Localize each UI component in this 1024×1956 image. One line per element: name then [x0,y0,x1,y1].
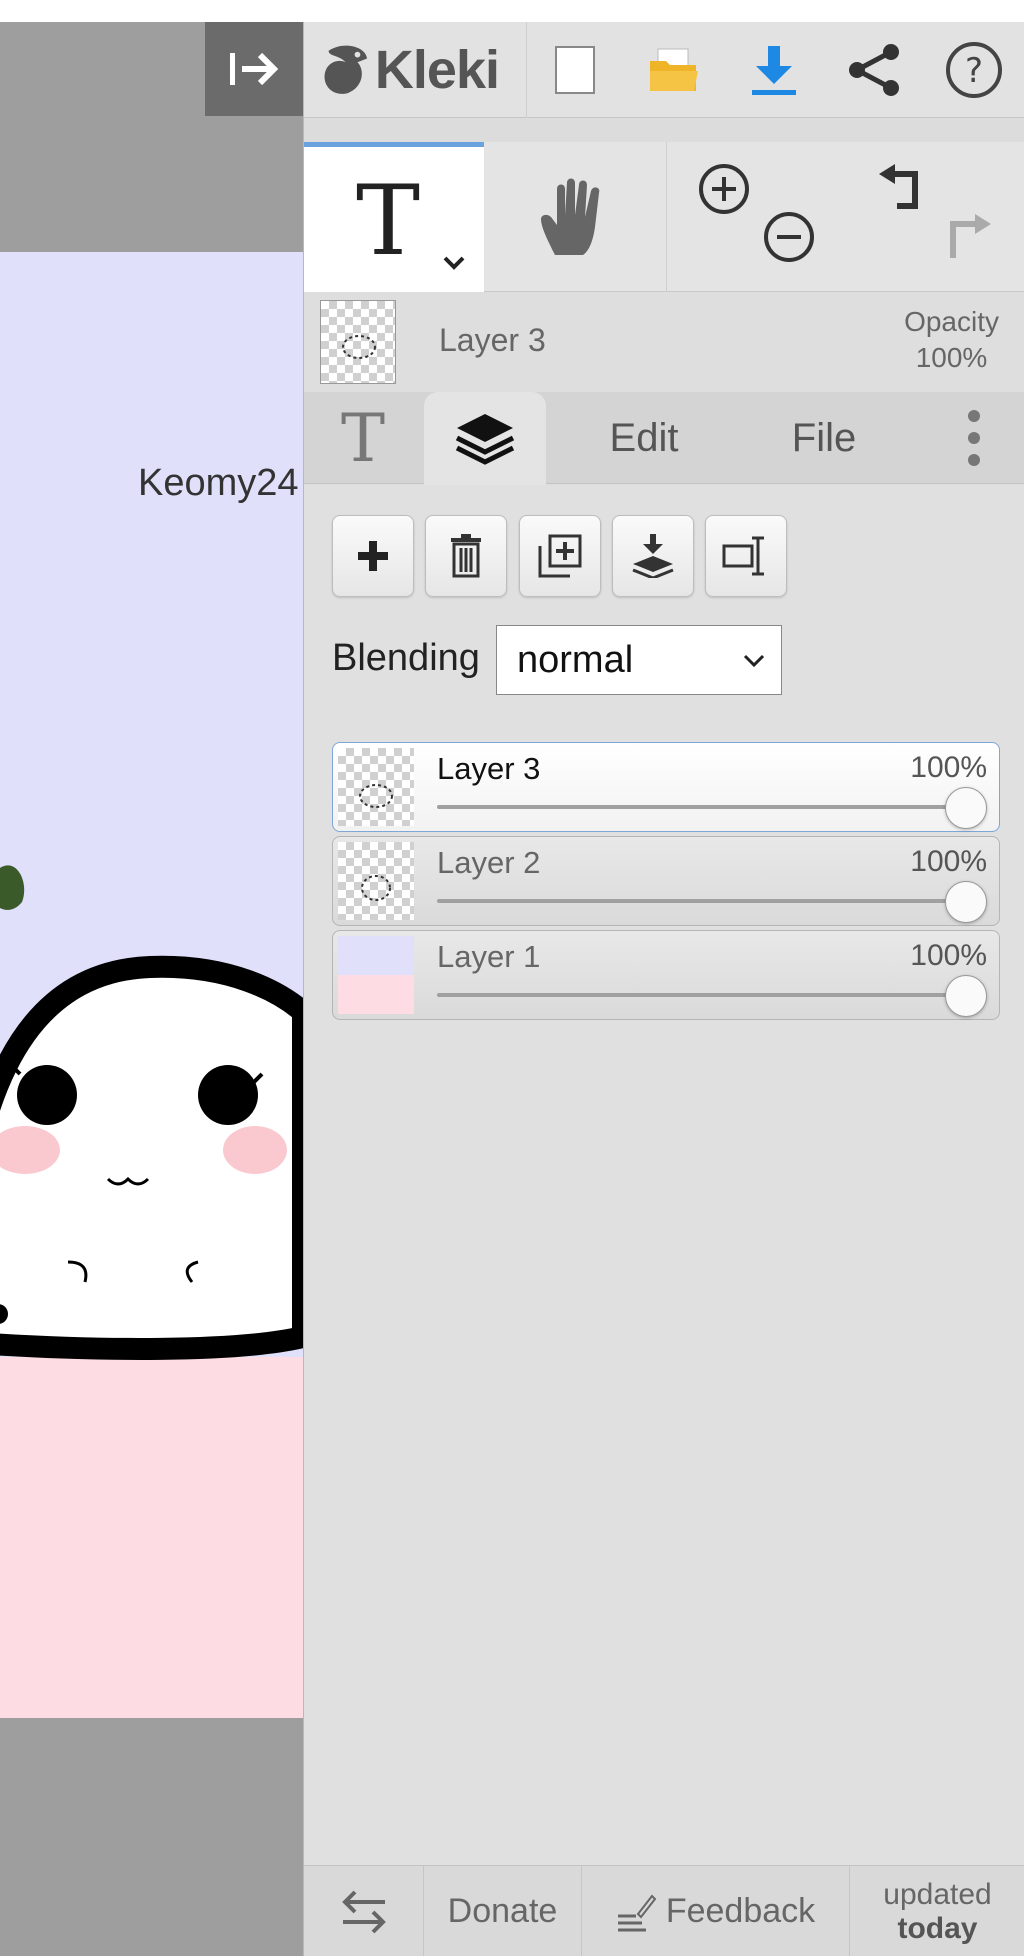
download-button[interactable] [724,22,824,118]
more-options-button[interactable] [924,392,1024,484]
kleki-logo-icon [324,45,368,94]
share-icon [849,44,899,96]
chevron-down-icon[interactable] [442,255,466,271]
opacity-value: 100% [915,342,988,373]
blending-label: Blending [332,637,480,679]
drawing-canvas[interactable]: Keomy24 [0,252,303,1718]
share-button[interactable] [824,22,924,118]
help-icon: ? [946,42,1002,98]
swap-arrows-icon [341,1890,386,1933]
current-layer-opacity: Opacity 100% [904,304,999,376]
layer-thumbnail [338,748,414,826]
layer-opacity: 100% [910,939,987,972]
history-controls [847,142,1024,292]
add-layer-button[interactable] [332,515,414,597]
opacity-label: Opacity [904,306,999,337]
open-folder-icon [650,48,698,91]
delete-layer-button[interactable] [425,515,507,597]
opacity-slider-handle[interactable] [945,881,987,923]
undo-icon[interactable] [875,162,931,214]
feedback-link[interactable]: Feedback [582,1866,850,1956]
canvas-area[interactable]: Keomy24 [0,22,303,1956]
blending-select[interactable]: normal [496,625,782,695]
feedback-label: Feedback [665,1892,816,1930]
layer-row-3[interactable]: Layer 3 100% [332,742,1000,832]
duplicate-icon [538,534,582,578]
opacity-slider-track[interactable] [437,993,967,997]
swap-side-button[interactable] [304,1866,424,1956]
donate-link[interactable]: Donate [424,1866,582,1956]
collapse-panel-button[interactable] [205,22,303,116]
feedback-pen-icon [617,1893,656,1931]
side-panel: Kleki ? T Layer 3 Opacity 100% T Edit Fi… [303,22,1024,1956]
more-vertical-icon [968,410,980,466]
svg-text:?: ? [965,51,983,91]
new-image-button[interactable] [526,22,624,118]
opacity-slider-track[interactable] [437,899,967,903]
top-toolbar: Kleki ? [304,22,1024,118]
download-icon [752,46,796,95]
trash-icon [451,534,481,578]
duplicate-layer-button[interactable] [519,515,601,597]
zoom-in-icon[interactable] [697,162,751,216]
text-tool-icon: T [356,165,421,277]
app-name: Kleki [374,40,500,100]
tab-edit[interactable]: Edit [554,392,734,484]
hand-tool-button[interactable] [484,142,667,292]
kleki-logo[interactable]: Kleki [319,22,500,118]
footer-bar: Donate Feedback updated today [304,1865,1024,1956]
opacity-slider-handle[interactable] [945,975,987,1017]
zoom-controls [667,142,847,292]
new-image-icon [555,46,595,94]
canvas-text: Keomy24 [138,462,299,504]
app-root: Keomy24 Kleki ? T Layer 3 Opacity 100% T… [0,0,1024,1956]
merge-down-icon [632,534,674,578]
chevron-down-icon [743,654,765,668]
current-layer-thumbnail [320,300,396,384]
plus-icon [358,541,388,571]
layer-row-1[interactable]: Layer 1 100% [332,930,1000,1020]
changelog-link[interactable]: updated today [850,1866,1024,1956]
opacity-slider-handle[interactable] [945,787,987,829]
redo-icon[interactable] [939,212,995,264]
open-file-button[interactable] [624,22,724,118]
opacity-slider-track[interactable] [437,805,967,809]
layer-name: Layer 2 [437,845,541,880]
tab-text-tool[interactable]: T [304,392,422,484]
rename-icon [722,536,764,576]
layer-name: Layer 3 [437,751,541,786]
collapse-panel-icon [230,52,279,86]
tool-row: T [304,142,1024,292]
layer-name: Layer 1 [437,939,541,974]
layers-icon [455,414,515,465]
rename-layer-button[interactable] [705,515,787,597]
tab-file[interactable]: File [734,392,914,484]
layer-thumbnail [338,842,414,920]
layer-row-2[interactable]: Layer 2 100% [332,836,1000,926]
zoom-out-icon[interactable] [762,210,816,264]
merge-down-button[interactable] [612,515,694,597]
tab-layers[interactable] [424,392,546,486]
updated-label: updated [883,1877,992,1911]
layer-opacity: 100% [910,845,987,878]
text-tool-button[interactable]: T [304,142,484,292]
hand-icon [541,178,600,255]
help-button[interactable]: ? [924,22,1024,118]
layers-panel: Blending normal Layer 3 100% Layer 2 100… [304,485,1024,1865]
panel-tabs: T Edit File [304,392,1024,486]
current-layer-name: Layer 3 [439,322,546,358]
updated-when: today [897,1911,978,1945]
current-layer-bar[interactable]: Layer 3 Opacity 100% [304,292,1024,392]
layer-thumbnail [338,936,414,1014]
blending-value: normal [517,638,634,681]
layer-opacity: 100% [910,751,987,784]
